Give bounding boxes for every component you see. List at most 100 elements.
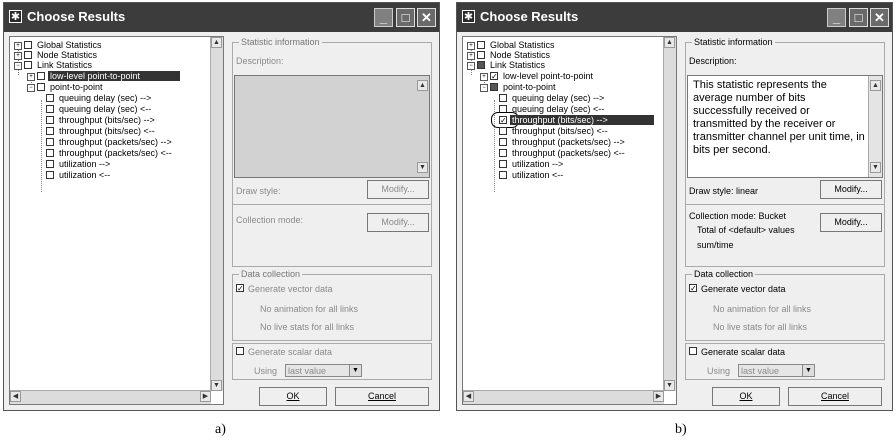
tree-checkbox[interactable] [37, 72, 45, 80]
vertical-scrollbar[interactable]: ▲ ▼ [663, 37, 676, 391]
maximize-button[interactable]: □ [849, 8, 868, 27]
tree-checkbox[interactable] [24, 41, 32, 49]
tree-line [41, 100, 42, 192]
close-button[interactable]: ✕ [417, 8, 436, 27]
cancel-button[interactable]: Cancel [788, 387, 882, 406]
cancel-button[interactable]: Cancel [335, 387, 429, 406]
scroll-down-icon[interactable]: ▼ [211, 380, 222, 391]
tree-checkbox-checked[interactable]: ✓ [490, 72, 498, 81]
scroll-up-icon[interactable]: ▲ [417, 80, 428, 91]
window-title: Choose Results [27, 9, 126, 24]
draw-style-modify-button[interactable]: Modify... [367, 180, 429, 199]
title-bar[interactable]: ✱ Choose Results _ □ ✕ [457, 3, 892, 32]
generate-scalar-checkbox[interactable] [689, 347, 697, 355]
tree-checkbox[interactable] [46, 160, 54, 168]
title-bar[interactable]: ✱ Choose Results _ □ ✕ [4, 3, 439, 32]
scroll-right-icon[interactable]: ▶ [653, 391, 664, 402]
tree-checkbox[interactable] [499, 171, 507, 179]
tree-checkbox-checked[interactable]: ✓ [499, 116, 507, 125]
draw-style-label: Draw style: linear [689, 186, 759, 196]
expand-toggle[interactable]: + [14, 42, 22, 50]
statistics-tree[interactable]: + Global Statistics + Node Statistics − … [462, 36, 677, 405]
horizontal-scrollbar[interactable]: ◀ ▶ [463, 390, 664, 404]
chevron-down-icon[interactable]: ▼ [349, 365, 361, 376]
collection-mode-modify-button[interactable]: Modify... [820, 213, 882, 232]
draw-style-label: Draw style: [236, 186, 281, 196]
tree-checkbox-partial[interactable] [477, 61, 485, 69]
group-label: Data collection [692, 269, 756, 279]
choose-results-window-a: ✱ Choose Results _ □ ✕ + Global Statisti… [3, 2, 440, 411]
maximize-button[interactable]: □ [396, 8, 415, 27]
chevron-down-icon[interactable]: ▼ [802, 365, 814, 376]
scroll-down-icon[interactable]: ▼ [664, 380, 675, 391]
expand-toggle[interactable]: + [14, 52, 22, 60]
collapse-toggle[interactable]: − [480, 84, 488, 92]
figure-caption-b: b) [675, 422, 687, 437]
tree-checkbox[interactable] [24, 51, 32, 59]
generate-scalar-checkbox[interactable] [236, 347, 244, 355]
collection-mode-modify-button[interactable]: Modify... [367, 213, 429, 232]
close-button[interactable]: ✕ [870, 8, 889, 27]
scroll-down-icon[interactable]: ▼ [417, 162, 428, 173]
tree-checkbox[interactable] [46, 94, 54, 102]
ok-button[interactable]: OK [259, 387, 327, 406]
expand-toggle[interactable]: + [467, 52, 475, 60]
scroll-down-icon[interactable]: ▼ [870, 162, 881, 173]
scroll-right-icon[interactable]: ▶ [200, 391, 211, 402]
divider [685, 204, 885, 205]
using-label: Using [707, 366, 731, 376]
horizontal-scrollbar[interactable]: ◀ ▶ [10, 390, 211, 404]
tree-checkbox[interactable] [499, 160, 507, 168]
description-box: ▲ ▼ [234, 75, 430, 178]
scroll-left-icon[interactable]: ◀ [463, 391, 474, 402]
ok-button[interactable]: OK [712, 387, 780, 406]
description-label: Description: [689, 56, 737, 66]
statistics-tree[interactable]: + Global Statistics + Node Statistics − … [9, 36, 224, 405]
tree-checkbox[interactable] [46, 105, 54, 113]
tree-checkbox[interactable] [499, 138, 507, 146]
divider [232, 204, 432, 205]
tree-checkbox[interactable] [499, 149, 507, 157]
vertical-scrollbar[interactable]: ▲ ▼ [210, 37, 223, 391]
collapse-toggle[interactable]: − [467, 62, 475, 70]
scroll-up-icon[interactable]: ▲ [870, 80, 881, 91]
tree-checkbox[interactable] [46, 127, 54, 135]
tree-checkbox[interactable] [499, 94, 507, 102]
using-label: Using [254, 366, 278, 376]
minimize-button[interactable]: _ [374, 8, 393, 27]
tree-checkbox-partial[interactable] [490, 83, 498, 91]
tree-checkbox[interactable] [24, 61, 32, 69]
tree-checkbox[interactable] [46, 149, 54, 157]
collapse-toggle[interactable]: − [27, 84, 35, 92]
collection-mode-label: Collection mode: Bucket [689, 211, 787, 221]
collapse-toggle[interactable]: − [14, 62, 22, 70]
tree-checkbox[interactable] [477, 41, 485, 49]
tree-checkbox[interactable] [46, 138, 54, 146]
scroll-up-icon[interactable]: ▲ [664, 37, 675, 48]
tree-checkbox[interactable] [46, 116, 54, 124]
collection-mode-detail: Total of <default> values [697, 225, 795, 235]
expand-toggle[interactable]: + [467, 42, 475, 50]
tree-checkbox[interactable] [477, 51, 485, 59]
tree-checkbox[interactable] [499, 127, 507, 135]
group-label: Statistic information [239, 37, 322, 47]
collection-mode-label: Collection mode: [236, 215, 304, 225]
using-select[interactable]: last value ▼ [285, 364, 362, 377]
expand-toggle[interactable]: + [27, 73, 35, 81]
scroll-up-icon[interactable]: ▲ [211, 37, 222, 48]
scroll-left-icon[interactable]: ◀ [10, 391, 21, 402]
generate-scalar-label: Generate scalar data [701, 347, 786, 357]
no-animation-label: No animation for all links [260, 304, 359, 314]
tree-checkbox[interactable] [37, 83, 45, 91]
using-select[interactable]: last value ▼ [738, 364, 815, 377]
generate-vector-checkbox[interactable]: ✓ [236, 284, 244, 293]
no-live-stats-label: No live stats for all links [713, 322, 808, 332]
expand-toggle[interactable]: + [480, 73, 488, 81]
window-title: Choose Results [480, 9, 579, 24]
generate-vector-checkbox[interactable]: ✓ [689, 284, 697, 293]
minimize-button[interactable]: _ [827, 8, 846, 27]
tree-checkbox[interactable] [46, 171, 54, 179]
figure-caption-a: a) [215, 422, 226, 437]
draw-style-modify-button[interactable]: Modify... [820, 180, 882, 199]
no-animation-label: No animation for all links [713, 304, 812, 314]
